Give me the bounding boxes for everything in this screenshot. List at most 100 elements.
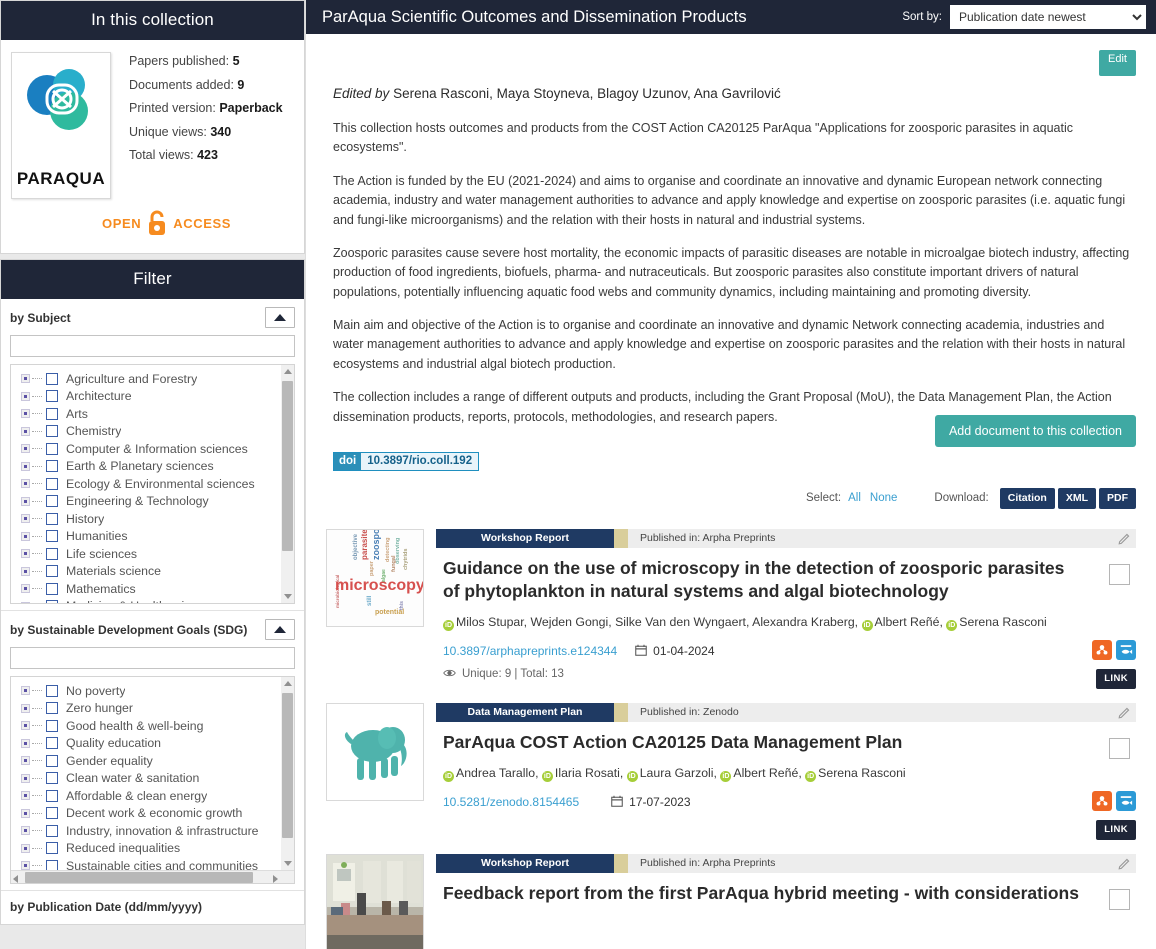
scroll-thumb[interactable] <box>282 693 293 838</box>
sdg-checkbox[interactable] <box>46 824 58 837</box>
article-title[interactable]: Feedback report from the first ParAqua h… <box>443 882 1083 905</box>
orcid-icon[interactable]: iD <box>946 620 958 632</box>
download-pdf-button[interactable]: PDF <box>1099 487 1136 509</box>
expand-icon[interactable] <box>21 496 30 506</box>
scroll-thumb-horizontal[interactable] <box>25 872 253 883</box>
orcid-icon[interactable]: iD <box>861 620 873 632</box>
tree-item[interactable]: Medicine & Health sciences <box>21 598 294 603</box>
expand-icon[interactable] <box>21 374 30 384</box>
article-title[interactable]: ParAqua COST Action CA20125 Data Managem… <box>443 731 1083 754</box>
scroll-down-arrow[interactable] <box>281 857 294 870</box>
add-document-button[interactable]: Add document to this collection <box>934 414 1136 447</box>
arrow-right-icon[interactable] <box>273 875 278 883</box>
expand-icon[interactable] <box>21 461 30 471</box>
download-citation-button[interactable]: Citation <box>999 487 1055 509</box>
expand-icon[interactable] <box>21 826 30 836</box>
tree-item[interactable]: Life sciences <box>21 545 294 563</box>
fish-icon[interactable] <box>1116 790 1136 811</box>
expand-icon[interactable] <box>21 843 30 853</box>
author-name[interactable]: Albert Reñé <box>733 766 798 780</box>
arrow-left-icon[interactable] <box>13 875 18 883</box>
doi-value[interactable]: 10.3897/rio.coll.192 <box>361 452 479 470</box>
sdg-search-input[interactable] <box>10 647 295 669</box>
expand-icon[interactable] <box>21 426 30 436</box>
expand-icon[interactable] <box>21 861 30 871</box>
article-doi-link[interactable]: 10.3897/arphapreprints.e124344 <box>443 644 617 658</box>
collection-doi-badge[interactable]: doi 10.3897/rio.coll.192 <box>333 451 480 471</box>
expand-icon[interactable] <box>21 791 30 801</box>
author-name[interactable]: Wejden Gongi <box>531 615 609 629</box>
author-name[interactable]: Alexandra Kraberg <box>752 615 855 629</box>
subject-scrollbar[interactable] <box>281 365 294 603</box>
tree-item[interactable]: Chemistry <box>21 423 294 441</box>
edit-button[interactable]: Edit <box>1099 50 1136 76</box>
subject-checkbox[interactable] <box>46 600 58 603</box>
sdg-checkbox[interactable] <box>46 842 58 855</box>
tree-item[interactable]: Reduced inequalities <box>21 840 294 858</box>
author-name[interactable]: Andrea Tarallo <box>456 766 535 780</box>
article-select-checkbox[interactable] <box>1109 888 1130 910</box>
sdg-vertical-scrollbar[interactable] <box>281 677 294 870</box>
sdg-checkbox[interactable] <box>46 684 58 697</box>
article-link-button[interactable]: LINK <box>1096 819 1136 840</box>
tree-item[interactable]: Architecture <box>21 388 294 406</box>
expand-icon[interactable] <box>21 391 30 401</box>
tree-item[interactable]: No poverty <box>21 682 294 700</box>
expand-icon[interactable] <box>21 703 30 713</box>
author-name[interactable]: Serena Rasconi <box>959 615 1047 629</box>
tree-item[interactable]: Computer & Information sciences <box>21 440 294 458</box>
expand-icon[interactable] <box>21 808 30 818</box>
tree-item[interactable]: Mathematics <box>21 580 294 598</box>
orcid-icon[interactable]: iD <box>805 771 817 783</box>
orcid-icon[interactable]: iD <box>443 771 454 783</box>
expand-icon[interactable] <box>21 584 30 594</box>
collapse-subject-button[interactable] <box>265 307 295 328</box>
subject-checkbox[interactable] <box>46 407 58 420</box>
tree-item[interactable]: Agriculture and Forestry <box>21 370 294 388</box>
tree-item[interactable]: Clean water & sanitation <box>21 770 294 788</box>
article-select-checkbox[interactable] <box>1109 563 1130 585</box>
author-name[interactable]: Silke Van den Wyngaert <box>615 615 746 629</box>
sdg-checkbox[interactable] <box>46 754 58 767</box>
tree-item[interactable]: Arts <box>21 405 294 423</box>
subject-checkbox[interactable] <box>46 477 58 490</box>
tree-item[interactable]: Industry, innovation & infrastructure <box>21 822 294 840</box>
subject-checkbox[interactable] <box>46 547 58 560</box>
orcid-icon[interactable]: iD <box>626 771 638 783</box>
fish-icon[interactable] <box>1116 639 1136 660</box>
collapse-sdg-button[interactable] <box>265 619 295 640</box>
species-icon[interactable] <box>1092 790 1112 811</box>
expand-icon[interactable] <box>21 444 30 454</box>
subject-checkbox[interactable] <box>46 512 58 525</box>
scroll-down-arrow[interactable] <box>281 590 294 603</box>
expand-icon[interactable] <box>21 686 30 696</box>
subject-checkbox[interactable] <box>46 530 58 543</box>
expand-icon[interactable] <box>21 549 30 559</box>
article-link-button[interactable]: LINK <box>1096 668 1136 689</box>
expand-icon[interactable] <box>21 409 30 419</box>
expand-icon[interactable] <box>21 601 30 603</box>
tree-item[interactable]: Gender equality <box>21 752 294 770</box>
article-thumbnail[interactable] <box>326 853 424 949</box>
expand-icon[interactable] <box>21 531 30 541</box>
species-icon[interactable] <box>1092 639 1112 660</box>
sdg-checkbox[interactable] <box>46 789 58 802</box>
tree-item[interactable]: Good health & well-being <box>21 717 294 735</box>
subject-checkbox[interactable] <box>46 565 58 578</box>
article-thumbnail[interactable]: zoosporic parasites objective detecting … <box>326 528 424 627</box>
author-name[interactable]: Milos Stupar <box>456 615 524 629</box>
tree-item[interactable]: Decent work & economic growth <box>21 805 294 823</box>
download-xml-button[interactable]: XML <box>1057 487 1096 509</box>
tree-item[interactable]: Affordable & clean energy <box>21 787 294 805</box>
select-none-link[interactable]: None <box>870 492 898 504</box>
sdg-horizontal-scrollbar[interactable] <box>11 870 294 883</box>
expand-icon[interactable] <box>21 738 30 748</box>
edit-article-button[interactable] <box>1112 529 1136 548</box>
expand-icon[interactable] <box>21 773 30 783</box>
orcid-icon[interactable]: iD <box>541 771 553 783</box>
scroll-up-arrow[interactable] <box>281 677 294 690</box>
tree-item[interactable]: Zero hunger <box>21 700 294 718</box>
edit-article-button[interactable] <box>1112 703 1136 722</box>
tree-item[interactable]: Ecology & Environmental sciences <box>21 475 294 493</box>
edit-article-button[interactable] <box>1112 854 1136 873</box>
